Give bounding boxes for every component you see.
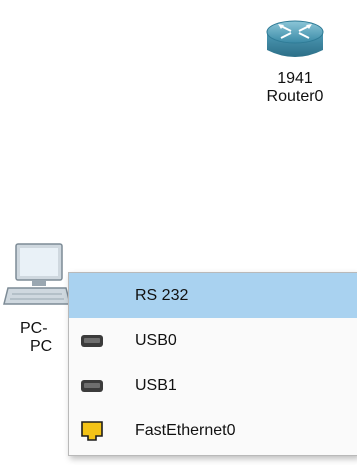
router-icon [266, 20, 324, 57]
menu-item-label: USB1 [135, 377, 177, 394]
usb-port-icon [81, 335, 103, 347]
ethernet-port-icon [81, 421, 103, 441]
menu-item-fastethernet0[interactable]: FastEthernet0 [69, 408, 357, 453]
router-device[interactable]: 1941 Router0 [250, 4, 340, 106]
menu-item-label: FastEthernet0 [135, 422, 236, 439]
menu-item-label: USB0 [135, 332, 177, 349]
menu-item-usb1[interactable]: USB1 [69, 363, 357, 408]
menu-item-usb0[interactable]: USB0 [69, 318, 357, 363]
port-selection-menu: RS 232 USB0 USB1 FastEthernet0 [68, 272, 357, 456]
router-name-label: Router0 [266, 88, 324, 105]
menu-item-label: RS 232 [135, 287, 189, 304]
pc-name-label-line1: PC- [20, 320, 48, 337]
pc-icon [3, 243, 71, 305]
pc-name-label-line2: PC [30, 338, 53, 355]
menu-item-rs232[interactable]: RS 232 [69, 273, 357, 318]
router-model-label: 1941 [277, 70, 313, 87]
usb-port-icon [81, 380, 103, 392]
